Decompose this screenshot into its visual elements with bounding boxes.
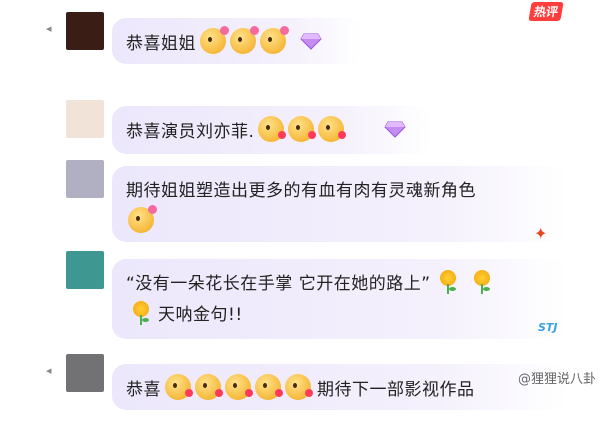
stj-badge: STJ xyxy=(538,321,558,334)
comment-text: 恭喜 xyxy=(126,379,161,400)
gem-icon xyxy=(300,32,322,50)
comment-bubble[interactable]: 期待姐姐塑造出更多的有血有肉有灵魂新角色 xyxy=(112,166,568,242)
comment-text: 恭喜演员刘亦菲. xyxy=(126,121,255,142)
flower-face-emoji-icon xyxy=(260,26,289,54)
caret-icon: ◂ xyxy=(46,22,52,35)
comment-bubble[interactable]: 恭喜姐姐 xyxy=(112,18,362,64)
avatar[interactable] xyxy=(66,100,104,138)
comment-text-second-line: 天呐金句!! xyxy=(158,305,243,325)
tulip-emoji-icon xyxy=(130,300,152,325)
watermark: @狸狸说八卦 xyxy=(517,372,596,387)
avatar[interactable] xyxy=(66,251,104,289)
comment-bubble[interactable]: 恭喜演员刘亦菲. xyxy=(112,106,432,154)
kiss-emoji-icon xyxy=(288,116,317,142)
caret-icon: ◂ xyxy=(46,364,52,377)
gem-icon xyxy=(384,120,407,138)
kiss-emoji-icon xyxy=(258,116,287,142)
tulip-emoji-icon xyxy=(437,269,459,294)
kiss-emoji-icon xyxy=(165,374,193,400)
tulip-emoji-icon xyxy=(471,269,493,294)
avatar[interactable] xyxy=(66,160,104,198)
kiss-emoji-icon xyxy=(318,116,347,142)
flame-decoration-icon: ✦ xyxy=(534,224,548,243)
kiss-emoji-icon xyxy=(225,374,253,400)
comment-text-after-emojis: 期待下一部影视作品 xyxy=(317,379,475,400)
kiss-emoji-icon xyxy=(285,374,313,400)
avatar[interactable] xyxy=(66,354,104,392)
flower-face-emoji-icon xyxy=(128,205,157,233)
kiss-emoji-icon xyxy=(255,374,283,400)
comment-bubble[interactable]: 恭喜 期待下一部影视作品 xyxy=(112,364,568,410)
kiss-emoji-icon xyxy=(195,374,223,400)
avatar[interactable] xyxy=(66,12,104,50)
comment-bubble[interactable]: “没有一朵花长在手掌 它开在她的路上” 天呐金句!! xyxy=(112,259,568,339)
comment-text: 恭喜姐姐 xyxy=(126,33,196,54)
comment-text: “没有一朵花长在手掌 它开在她的路上” xyxy=(126,274,431,294)
flower-face-emoji-icon xyxy=(200,26,229,54)
flower-face-emoji-icon xyxy=(230,26,259,54)
hot-comment-badge: 热评 xyxy=(528,2,564,21)
comment-text: 期待姐姐塑造出更多的有血有肉有灵魂新角色 xyxy=(126,181,476,201)
